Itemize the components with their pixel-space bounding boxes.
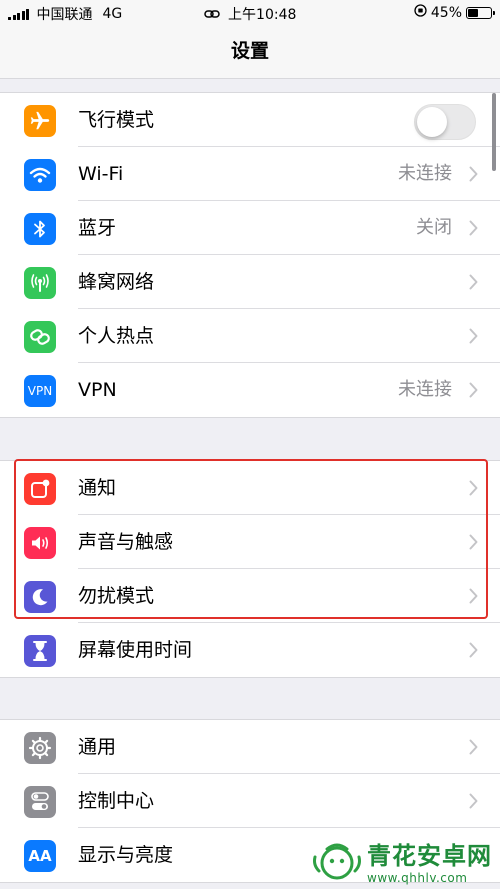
- row-label: 蓝牙: [78, 217, 117, 239]
- row-label: 控制中心: [78, 790, 155, 812]
- vpn-status: 未连接: [398, 379, 452, 400]
- notifications-icon: [24, 473, 56, 505]
- page-title: 设置: [230, 40, 269, 62]
- row-control-center[interactable]: 控制中心: [0, 774, 500, 828]
- row-label: 蜂窝网络: [78, 271, 155, 293]
- row-label: 屏幕使用时间: [78, 639, 193, 661]
- row-label: 飞行模式: [78, 109, 155, 131]
- bluetooth-status: 关闭: [416, 217, 452, 238]
- row-do-not-disturb[interactable]: 勿扰模式: [0, 569, 500, 623]
- row-label: 通知: [78, 477, 117, 499]
- battery-percent: 45%: [430, 4, 462, 21]
- chevron-right-icon: [469, 166, 478, 182]
- battery-icon: [466, 6, 495, 19]
- row-cellular[interactable]: 蜂窝网络: [0, 255, 500, 309]
- switches-icon: [24, 786, 56, 818]
- row-general[interactable]: 通用: [0, 720, 500, 774]
- wifi-icon: [24, 159, 56, 191]
- gear-icon: [24, 732, 56, 764]
- hotspot-link-icon: [203, 8, 220, 23]
- row-sounds-haptics[interactable]: 声音与触感: [0, 515, 500, 569]
- text-size-icon: AA: [24, 840, 56, 872]
- row-wifi[interactable]: Wi-Fi 未连接: [0, 147, 500, 201]
- chevron-right-icon: [469, 328, 478, 344]
- hourglass-icon: [24, 635, 56, 667]
- status-bar: 中国联通 4G 上午10:48 45%: [0, 0, 500, 26]
- watermark: 青花安卓网 www.qhhlv.com: [311, 836, 492, 885]
- chevron-right-icon: [469, 642, 478, 658]
- speaker-icon: [24, 527, 56, 559]
- nav-bar: 设置: [0, 26, 500, 79]
- row-screen-time[interactable]: 屏幕使用时间: [0, 623, 500, 677]
- row-label: 显示与亮度: [78, 844, 174, 866]
- row-label: 通用: [78, 736, 117, 758]
- row-label: VPN: [78, 379, 117, 401]
- chevron-right-icon: [469, 534, 478, 550]
- row-label: 勿扰模式: [78, 585, 155, 607]
- row-label: 声音与触感: [78, 531, 174, 553]
- chevron-right-icon: [469, 382, 478, 398]
- chevron-right-icon: [469, 220, 478, 236]
- airplane-icon: [24, 105, 56, 137]
- airplane-mode-toggle[interactable]: [414, 104, 476, 140]
- chevron-right-icon: [469, 739, 478, 755]
- hotspot-link-icon: [24, 321, 56, 353]
- scroll-indicator: [492, 93, 496, 171]
- watermark-logo-icon: [311, 841, 363, 881]
- watermark-name: 青花安卓网: [367, 842, 492, 870]
- bluetooth-icon: [24, 213, 56, 245]
- row-vpn[interactable]: VPN VPN 未连接: [0, 363, 500, 417]
- settings-group-notifications: 通知 声音与触感 勿扰模式 屏幕使用时间: [0, 460, 500, 678]
- settings-group-connectivity: 飞行模式 Wi-Fi 未连接 蓝牙 关闭 蜂窝网络 个人热点 VPN VPN 未…: [0, 92, 500, 418]
- clock: 上午10:48: [228, 7, 297, 23]
- chevron-right-icon: [469, 588, 478, 604]
- vpn-icon: VPN: [24, 375, 56, 407]
- watermark-url: www.qhhlv.com: [367, 871, 468, 885]
- orientation-lock-icon: [414, 4, 427, 21]
- row-airplane-mode[interactable]: 飞行模式: [0, 93, 500, 147]
- row-notifications[interactable]: 通知: [0, 461, 500, 515]
- row-label: Wi-Fi: [78, 163, 124, 185]
- row-label: 个人热点: [78, 325, 155, 347]
- chevron-right-icon: [469, 274, 478, 290]
- row-bluetooth[interactable]: 蓝牙 关闭: [0, 201, 500, 255]
- moon-icon: [24, 581, 56, 613]
- chevron-right-icon: [469, 480, 478, 496]
- row-personal-hotspot[interactable]: 个人热点: [0, 309, 500, 363]
- chevron-right-icon: [469, 793, 478, 809]
- antenna-icon: [24, 267, 56, 299]
- wifi-status: 未连接: [398, 163, 452, 184]
